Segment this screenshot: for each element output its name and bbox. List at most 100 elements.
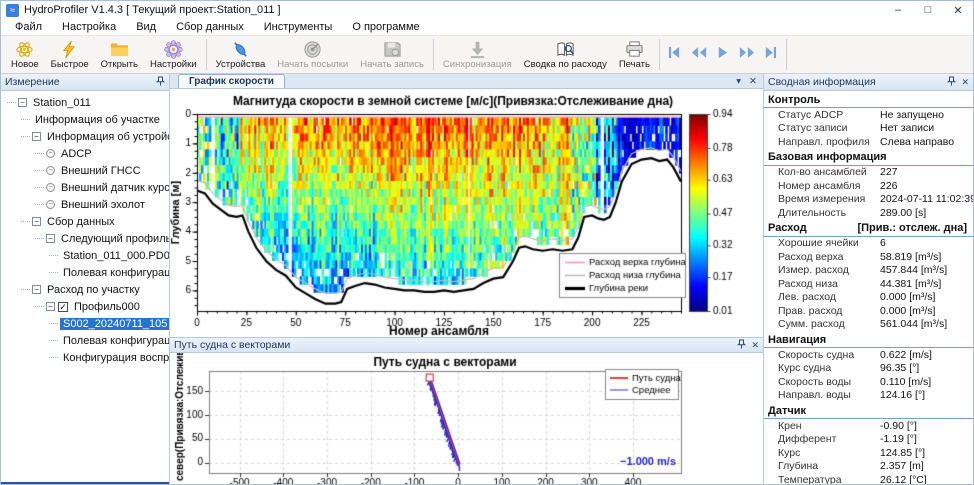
minimize-button[interactable]: – [883,4,913,17]
app-window: ≈ HydroProfiler V1.4.3 [ Текущий проект:… [0,0,974,485]
tree-item[interactable]: Полевая конфигурация [1,332,169,349]
pin-icon[interactable] [737,339,746,352]
device-node-icon: − [46,200,55,209]
pings-icon [303,40,322,59]
tree-item-label: Station_011_000.PD0 [60,250,169,262]
summary-row-value: 58.819 [m³/s] [880,251,941,263]
summary-row-label: Лев. расход [764,291,880,303]
tree-item[interactable]: −ADCP [1,145,169,162]
chart-tab-bar: График скорости ▾ ✕ [170,74,763,89]
tree-item-label: Информация об устройствах [44,131,169,143]
fast-forward-button[interactable] [735,36,759,73]
settings-button[interactable]: Настройки [144,36,203,73]
ship-track-panel-title: Путь судна с векторами [174,339,290,351]
summary-row-label: Хорошие ячейки [764,237,880,249]
maximize-button[interactable]: □ [913,4,943,17]
tree-item[interactable]: −Station_011 [1,94,169,111]
expander-minus-icon[interactable]: − [18,98,27,107]
summary-row: Статус записиНет записи [764,122,973,136]
summary-row-value: 2024-07-11 11:02:39.37 [880,193,973,205]
close-button[interactable]: ✕ [943,4,973,17]
checkbox[interactable]: ✓ [58,302,68,312]
report-icon [556,40,575,59]
summary-row-value: 0.622 [m/s] [880,349,932,361]
discharge-summary-button[interactable]: Сводка по расходу [518,36,613,73]
expander-minus-icon[interactable]: − [32,217,41,226]
summary-row-value: -1.19 [°] [880,433,917,445]
summary-row-value: Слева направо [880,136,954,148]
tree-item[interactable]: −Внешний датчик курса [1,179,169,196]
tree-item[interactable]: −✓Профиль000 [1,298,169,315]
skip-end-button[interactable] [759,36,783,73]
transducer-icon [231,40,250,59]
open-button[interactable]: Открыть [95,36,144,73]
close-icon[interactable]: ✕ [749,76,757,87]
menu-item[interactable]: Сбор данных [166,21,254,33]
sync-button: Синхронизация [437,36,518,73]
section-header: Контроль [764,92,973,108]
rewind-button[interactable] [687,36,711,73]
tree-item-label: Сбор данных [44,216,118,228]
menu-item[interactable]: Инструменты [254,21,343,33]
tree-item[interactable]: −Информация об устройствах [1,128,169,145]
menu-item[interactable]: О программе [342,21,429,33]
summary-row-label: Дифферент [764,433,880,445]
devices-button[interactable]: Устройства [210,36,272,73]
summary-row: Время измерения2024-07-11 11:02:39.37 [764,193,973,207]
expander-minus-icon[interactable]: − [46,234,55,243]
expander-minus-icon[interactable]: − [32,132,41,141]
section-header: Навигация [764,332,973,348]
window-title: HydroProfiler V1.4.3 [ Текущий проект:St… [24,4,281,16]
menu-bar: ФайлНастройкаВидСбор данныхИнструментыО … [1,19,973,35]
close-icon[interactable]: ✕ [961,77,969,88]
tree-item[interactable]: −Следующий профиль [1,230,169,247]
summary-row: Дифферент-1.19 [°] [764,433,973,447]
tree-item[interactable]: −Сбор данных [1,213,169,230]
summary-row: Направл. воды124.16 [°] [764,389,973,403]
tree-connector [49,323,58,324]
pin-icon[interactable] [947,76,956,89]
skip-start-button[interactable] [663,36,687,73]
tree-item[interactable]: Информация об участке [1,111,169,128]
tree-item[interactable]: −Внешний ГНСС [1,162,169,179]
summary-row: Расход низа44.381 [m³/s] [764,277,973,291]
expander-minus-icon[interactable]: − [46,302,55,311]
summary-row: Скорость воды0.110 [m/s] [764,375,973,389]
toolbar-separator [433,39,434,70]
pin-icon[interactable] [156,76,165,89]
new-button[interactable]: Новое [5,36,45,73]
new-label: Новое [11,59,39,70]
start-pings-label: Начать посылки [277,59,348,70]
tree-connector [49,340,58,341]
summary-row-value: 6 [880,237,886,249]
gear-icon [164,40,183,59]
menu-item[interactable]: Файл [5,21,52,33]
expander-minus-icon[interactable]: − [32,285,41,294]
play-button[interactable] [711,36,735,73]
summary-row-label: Скорость воды [764,376,880,388]
tree-item[interactable]: Station_011_000.PD0 [1,247,169,264]
tree-item[interactable]: −Внешний эхолот [1,196,169,213]
chevron-down-icon[interactable]: ▾ [736,76,741,87]
device-node-icon: − [46,166,55,175]
tree-item[interactable]: S002_20240711_105 [1,315,169,332]
print-button[interactable]: Печать [613,36,656,73]
tree-item[interactable]: Конфигурация воспроизведения [1,349,169,366]
tree-item[interactable]: Полевая конфигурация [1,264,169,281]
menu-item[interactable]: Настройка [52,21,126,33]
ship-track-panel-header: Путь судна с векторами ✕ [170,337,763,353]
summary-row: Глубина2.357 [m] [764,460,973,474]
menu-item[interactable]: Вид [126,21,166,33]
tree-connector [35,238,44,239]
tree-item[interactable]: −Расход по участку [1,281,169,298]
quick-button[interactable]: Быстрое [45,36,95,73]
close-icon[interactable]: ✕ [751,340,759,351]
summary-row-label: Номер ансамбля [764,180,880,192]
summary-row-label: Глубина [764,460,880,472]
tree-connector [21,221,30,222]
velocity-magnitude-heatmap[interactable] [170,89,763,337]
tab-velocity-graph[interactable]: График скорости [178,74,285,88]
tree-item-label: Следующий профиль [58,233,169,245]
ship-track-chart[interactable] [170,353,763,485]
tree-connector [35,204,44,205]
